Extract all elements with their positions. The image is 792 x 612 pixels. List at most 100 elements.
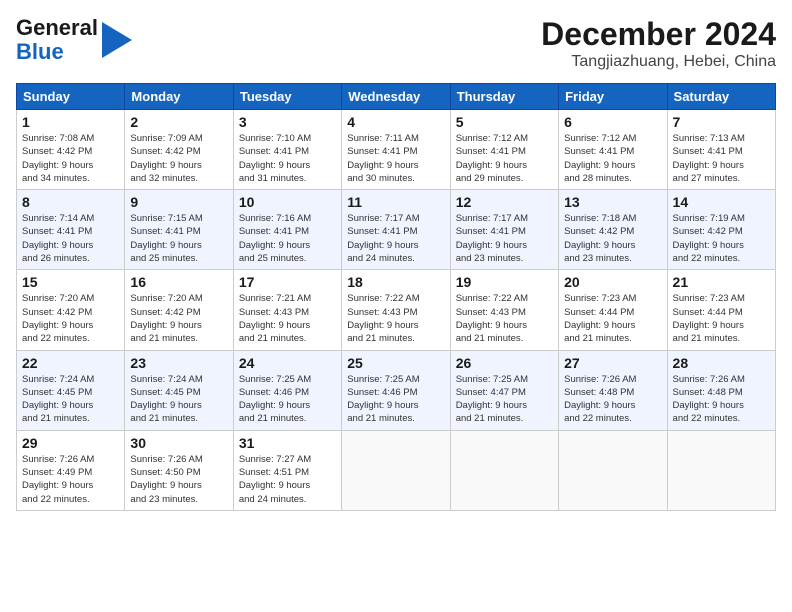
day-info: Sunrise: 7:08 AM Sunset: 4:42 PM Dayligh… [22, 132, 119, 185]
day-info: Sunrise: 7:27 AM Sunset: 4:51 PM Dayligh… [239, 453, 336, 506]
day-info: Sunrise: 7:17 AM Sunset: 4:41 PM Dayligh… [347, 212, 444, 265]
day-info: Sunrise: 7:26 AM Sunset: 4:50 PM Dayligh… [130, 453, 227, 506]
calendar-day-cell [342, 430, 450, 510]
day-info: Sunrise: 7:26 AM Sunset: 4:48 PM Dayligh… [673, 373, 770, 426]
day-number: 3 [239, 114, 336, 130]
calendar-week-row: 22 Sunrise: 7:24 AM Sunset: 4:45 PM Dayli… [17, 350, 776, 430]
day-number: 24 [239, 355, 336, 371]
calendar-day-cell: 26Sunrise: 7:25 AM Sunset: 4:47 PM Dayli… [450, 350, 558, 430]
day-info: Sunrise: 7:24 AM Sunset: 4:45 PM Dayligh… [22, 373, 119, 426]
day-info: Sunrise: 7:15 AM Sunset: 4:41 PM Dayligh… [130, 212, 227, 265]
logo-arrow-icon [102, 22, 132, 58]
day-number: 12 [456, 194, 553, 210]
day-number: 29 [22, 435, 119, 451]
calendar-day-cell: 13Sunrise: 7:18 AM Sunset: 4:42 PM Dayli… [559, 190, 667, 270]
day-info: Sunrise: 7:13 AM Sunset: 4:41 PM Dayligh… [673, 132, 770, 185]
calendar-day-cell: 5Sunrise: 7:12 AM Sunset: 4:41 PM Daylig… [450, 110, 558, 190]
calendar-day-cell: 10 Sunrise: 7:16 AM Sunset: 4:41 PM Dayli… [233, 190, 341, 270]
day-number: 19 [456, 274, 553, 290]
title-block: December 2024 Tangjiazhuang, Hebei, Chin… [541, 16, 776, 71]
day-number: 5 [456, 114, 553, 130]
day-number: 4 [347, 114, 444, 130]
calendar-day-cell: 6 Sunrise: 7:12 AM Sunset: 4:41 PM Daylig… [559, 110, 667, 190]
day-number: 9 [130, 194, 227, 210]
calendar-day-cell: 18Sunrise: 7:22 AM Sunset: 4:43 PM Dayli… [342, 270, 450, 350]
calendar-day-cell: 4 Sunrise: 7:11 AM Sunset: 4:41 PM Daylig… [342, 110, 450, 190]
page-title: December 2024 [541, 16, 776, 53]
calendar-day-cell: 1 Sunrise: 7:08 AM Sunset: 4:42 PM Daylig… [17, 110, 125, 190]
day-number: 17 [239, 274, 336, 290]
day-number: 6 [564, 114, 661, 130]
day-number: 11 [347, 194, 444, 210]
calendar-day-cell: 22 Sunrise: 7:24 AM Sunset: 4:45 PM Dayli… [17, 350, 125, 430]
day-number: 25 [347, 355, 444, 371]
calendar-day-cell: 31 Sunrise: 7:27 AM Sunset: 4:51 PM Dayli… [233, 430, 341, 510]
day-number: 13 [564, 194, 661, 210]
weekday-header-cell: Friday [559, 84, 667, 110]
weekday-header-cell: Wednesday [342, 84, 450, 110]
logo: GeneralBlue [16, 16, 132, 64]
day-info: Sunrise: 7:19 AM Sunset: 4:42 PM Dayligh… [673, 212, 770, 265]
day-info: Sunrise: 7:17 AM Sunset: 4:41 PM Dayligh… [456, 212, 553, 265]
day-number: 30 [130, 435, 227, 451]
day-number: 31 [239, 435, 336, 451]
day-info: Sunrise: 7:22 AM Sunset: 4:43 PM Dayligh… [347, 292, 444, 345]
day-number: 8 [22, 194, 119, 210]
calendar-day-cell: 14 Sunrise: 7:19 AM Sunset: 4:42 PM Dayli… [667, 190, 775, 270]
day-number: 27 [564, 355, 661, 371]
day-number: 28 [673, 355, 770, 371]
calendar-day-cell [559, 430, 667, 510]
calendar-day-cell: 11 Sunrise: 7:17 AM Sunset: 4:41 PM Dayli… [342, 190, 450, 270]
day-number: 10 [239, 194, 336, 210]
calendar-day-cell: 2Sunrise: 7:09 AM Sunset: 4:42 PM Daylig… [125, 110, 233, 190]
calendar-day-cell: 24 Sunrise: 7:25 AM Sunset: 4:46 PM Dayli… [233, 350, 341, 430]
calendar-table: SundayMondayTuesdayWednesdayThursdayFrid… [16, 83, 776, 511]
calendar-day-cell: 30 Sunrise: 7:26 AM Sunset: 4:50 PM Dayli… [125, 430, 233, 510]
day-info: Sunrise: 7:12 AM Sunset: 4:41 PM Dayligh… [564, 132, 661, 185]
calendar-day-cell: 9 Sunrise: 7:15 AM Sunset: 4:41 PM Daylig… [125, 190, 233, 270]
calendar-day-cell: 20Sunrise: 7:23 AM Sunset: 4:44 PM Dayli… [559, 270, 667, 350]
calendar-day-cell: 17Sunrise: 7:21 AM Sunset: 4:43 PM Dayli… [233, 270, 341, 350]
day-info: Sunrise: 7:20 AM Sunset: 4:42 PM Dayligh… [130, 292, 227, 345]
day-info: Sunrise: 7:25 AM Sunset: 4:46 PM Dayligh… [347, 373, 444, 426]
day-info: Sunrise: 7:14 AM Sunset: 4:41 PM Dayligh… [22, 212, 119, 265]
weekday-header-cell: Sunday [17, 84, 125, 110]
day-info: Sunrise: 7:20 AM Sunset: 4:42 PM Dayligh… [22, 292, 119, 345]
weekday-header-cell: Tuesday [233, 84, 341, 110]
day-number: 21 [673, 274, 770, 290]
weekday-header-cell: Thursday [450, 84, 558, 110]
page-header: GeneralBlue December 2024 Tangjiazhuang,… [16, 16, 776, 71]
calendar-day-cell: 12 Sunrise: 7:17 AM Sunset: 4:41 PM Dayli… [450, 190, 558, 270]
day-info: Sunrise: 7:24 AM Sunset: 4:45 PM Dayligh… [130, 373, 227, 426]
day-info: Sunrise: 7:22 AM Sunset: 4:43 PM Dayligh… [456, 292, 553, 345]
calendar-day-cell [667, 430, 775, 510]
day-number: 1 [22, 114, 119, 130]
weekday-header-cell: Saturday [667, 84, 775, 110]
day-info: Sunrise: 7:23 AM Sunset: 4:44 PM Dayligh… [673, 292, 770, 345]
page-subtitle: Tangjiazhuang, Hebei, China [541, 53, 776, 71]
calendar-day-cell: 21 Sunrise: 7:23 AM Sunset: 4:44 PM Dayli… [667, 270, 775, 350]
day-info: Sunrise: 7:11 AM Sunset: 4:41 PM Dayligh… [347, 132, 444, 185]
day-number: 14 [673, 194, 770, 210]
day-number: 16 [130, 274, 227, 290]
calendar-day-cell: 29Sunrise: 7:26 AM Sunset: 4:49 PM Dayli… [17, 430, 125, 510]
day-number: 7 [673, 114, 770, 130]
calendar-day-cell: 16 Sunrise: 7:20 AM Sunset: 4:42 PM Dayli… [125, 270, 233, 350]
day-info: Sunrise: 7:26 AM Sunset: 4:48 PM Dayligh… [564, 373, 661, 426]
calendar-day-cell: 25 Sunrise: 7:25 AM Sunset: 4:46 PM Dayli… [342, 350, 450, 430]
calendar-body: 1 Sunrise: 7:08 AM Sunset: 4:42 PM Daylig… [17, 110, 776, 511]
day-info: Sunrise: 7:16 AM Sunset: 4:41 PM Dayligh… [239, 212, 336, 265]
day-info: Sunrise: 7:09 AM Sunset: 4:42 PM Dayligh… [130, 132, 227, 185]
weekday-header-cell: Monday [125, 84, 233, 110]
day-number: 15 [22, 274, 119, 290]
day-info: Sunrise: 7:10 AM Sunset: 4:41 PM Dayligh… [239, 132, 336, 185]
day-number: 22 [22, 355, 119, 371]
calendar-week-row: 8 Sunrise: 7:14 AM Sunset: 4:41 PM Daylig… [17, 190, 776, 270]
calendar-week-row: 29Sunrise: 7:26 AM Sunset: 4:49 PM Dayli… [17, 430, 776, 510]
calendar-day-cell: 3 Sunrise: 7:10 AM Sunset: 4:41 PM Daylig… [233, 110, 341, 190]
day-info: Sunrise: 7:25 AM Sunset: 4:46 PM Dayligh… [239, 373, 336, 426]
logo-text: GeneralBlue [16, 16, 98, 64]
calendar-day-cell: 28 Sunrise: 7:26 AM Sunset: 4:48 PM Dayli… [667, 350, 775, 430]
calendar-day-cell: 15 Sunrise: 7:20 AM Sunset: 4:42 PM Dayli… [17, 270, 125, 350]
day-number: 26 [456, 355, 553, 371]
